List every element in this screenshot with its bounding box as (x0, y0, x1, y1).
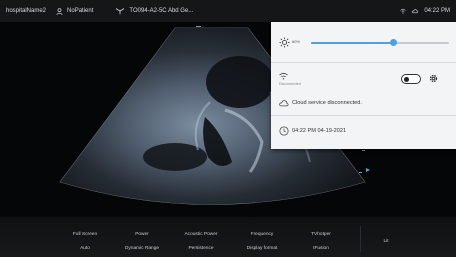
status-icons: 04:22 PM (400, 0, 450, 22)
control-label: Lit (383, 239, 389, 244)
clock[interactable]: 04:22 PM (424, 8, 450, 14)
wifi-toggle[interactable] (401, 74, 421, 84)
control-label: tFusion (313, 246, 329, 251)
control-label: Frequency (250, 232, 274, 237)
control-label: Display format (246, 246, 278, 251)
quick-settings-panel: 60% Disconnected Cloud service disconnec… (271, 22, 456, 149)
control-dynamic-range[interactable]: Dynamic Range (117, 246, 167, 251)
controls-divider (360, 226, 361, 252)
control-full-screen[interactable]: Full Screen (60, 232, 110, 237)
control-persistence[interactable]: Persistence (176, 246, 226, 251)
patient-label: NoPatient (67, 8, 94, 14)
top-status-bar: hospitalName2 NoPatient TO094-A2-5C Abd … (0, 0, 456, 22)
control-acoustic-power[interactable]: Acoustic Power (176, 232, 226, 237)
date-time-text[interactable]: 04:22 PM 04-19-2021 (292, 128, 346, 134)
control-label: Full Screen (72, 232, 98, 237)
probe-icon (116, 8, 125, 15)
control-label: Acoustic Power (184, 232, 218, 237)
control-tvhotper[interactable]: TVhotper (296, 232, 346, 237)
gear-icon[interactable] (428, 73, 439, 84)
control-extra[interactable]: Lit (361, 239, 411, 244)
brightness-slider-fill (311, 42, 394, 44)
clock-icon (279, 126, 289, 136)
control-label: Persistence (188, 246, 214, 251)
control-auto[interactable]: Auto (60, 246, 110, 251)
wifi-icon (279, 72, 288, 80)
brightness-icon (279, 37, 290, 48)
brightness-slider[interactable] (311, 39, 449, 46)
brightness-slider-thumb[interactable] (390, 39, 398, 46)
control-frequency[interactable]: Frequency (237, 232, 287, 237)
wifi-status-text: Disconnected (279, 82, 301, 86)
divider (271, 62, 456, 63)
cloud-icon (279, 100, 289, 107)
probe-preset[interactable]: TO094-A2-5C Abd Ge... (115, 7, 193, 15)
cloud-status-icon[interactable] (412, 8, 419, 14)
control-display-format[interactable]: Display format (237, 246, 287, 251)
patient-info[interactable]: NoPatient (56, 7, 94, 15)
hospital-name-label: hospitalName2 (6, 8, 47, 14)
control-label: Auto (80, 246, 90, 251)
control-tfusion[interactable]: tFusion (296, 246, 346, 251)
probe-preset-label: TO094-A2-5C Abd Ge... (129, 8, 194, 14)
person-icon (56, 7, 63, 15)
divider (271, 115, 456, 116)
control-label: Dynamic Range (124, 246, 160, 251)
hospital-name[interactable]: hospitalName2 (6, 8, 46, 14)
toggle-knob (404, 76, 409, 82)
imaging-controls: Full Screen Power Acoustic Power Frequen… (0, 217, 456, 257)
control-power[interactable]: Power (117, 232, 167, 237)
control-label: TVhotper (311, 232, 331, 237)
wifi-status-icon[interactable] (400, 8, 406, 14)
control-label: Power (135, 232, 149, 237)
cloud-status-text: Cloud service disconnected. (292, 100, 362, 106)
brightness-value: 60% (292, 39, 301, 44)
